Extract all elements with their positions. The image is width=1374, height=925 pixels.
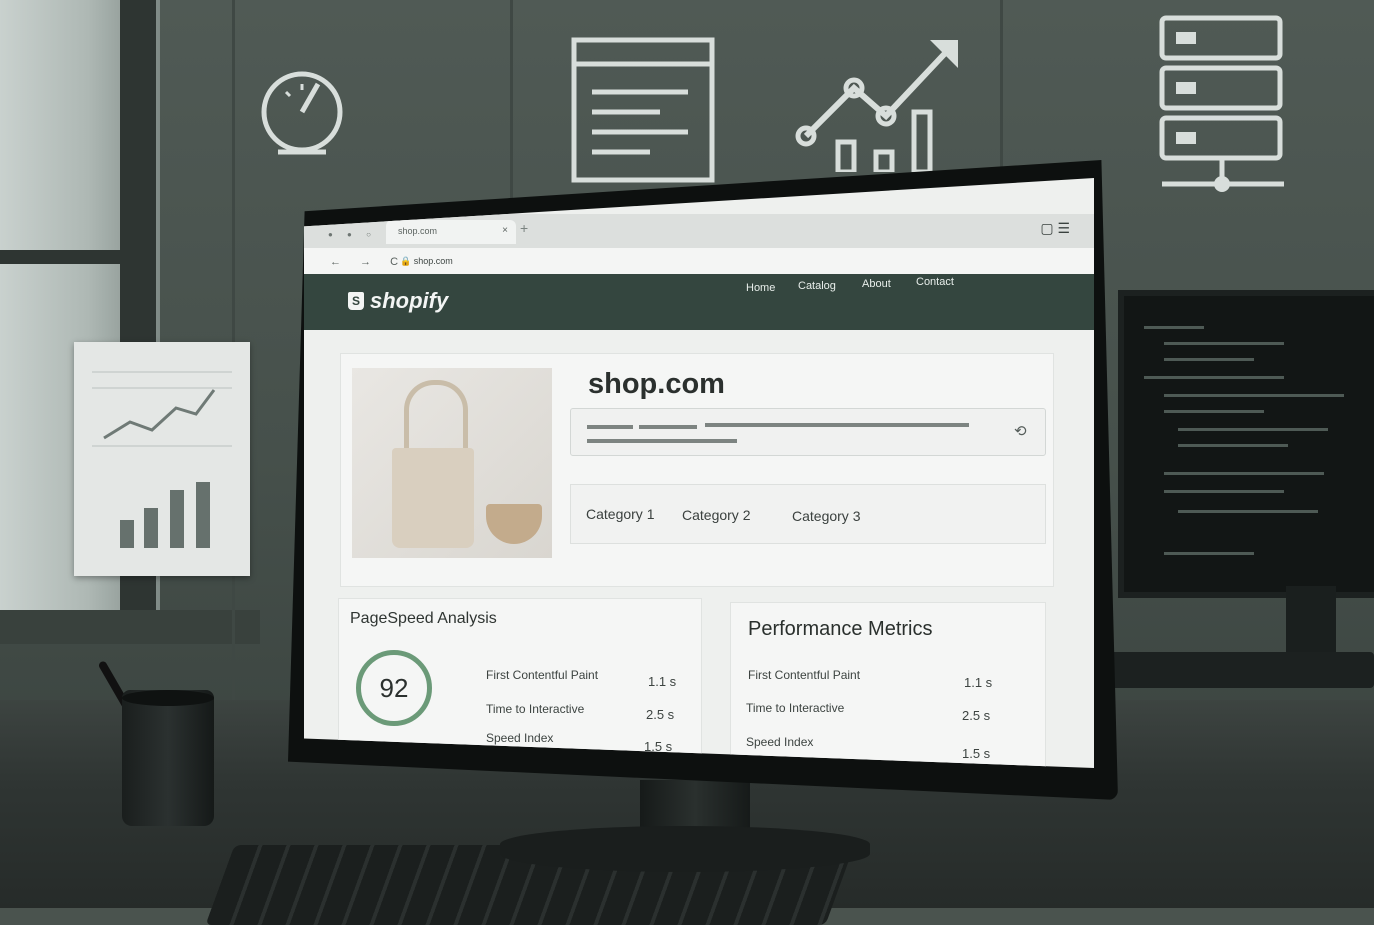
metric-value: 1.5 s bbox=[962, 746, 991, 761]
code-line bbox=[1164, 490, 1284, 493]
close-icon[interactable]: × bbox=[502, 225, 508, 236]
tote-bag bbox=[392, 448, 474, 548]
score-gauge: 92 bbox=[356, 650, 432, 726]
metric-label: Time to Interactive bbox=[486, 702, 585, 716]
metric-label: Speed Index bbox=[486, 731, 554, 745]
nav-about[interactable]: About bbox=[862, 278, 891, 290]
window-frame bbox=[0, 250, 156, 264]
new-tab-button[interactable]: + bbox=[520, 220, 528, 236]
placeholder-line bbox=[705, 423, 969, 427]
code-line bbox=[1178, 428, 1328, 431]
code-line bbox=[1178, 510, 1318, 513]
performance-heading: Performance Metrics bbox=[748, 618, 933, 640]
nav-home[interactable]: Home bbox=[746, 282, 775, 294]
category-2-link[interactable]: Category 2 bbox=[682, 507, 750, 523]
nav-contact[interactable]: Contact bbox=[916, 276, 954, 288]
metric-label: Speed Index bbox=[746, 735, 814, 749]
wall-poster bbox=[74, 342, 250, 576]
code-line bbox=[1164, 410, 1264, 413]
ceramic-bowl bbox=[486, 504, 542, 544]
secondary-keyboard bbox=[1110, 652, 1374, 688]
pen-cup bbox=[122, 690, 214, 826]
menu-icon[interactable]: ▢ ☰ bbox=[1040, 220, 1070, 237]
search-input[interactable] bbox=[570, 408, 1046, 456]
category-1-link[interactable]: Category 1 bbox=[586, 506, 654, 522]
browser-window-controls[interactable]: ● ● ○ bbox=[328, 230, 377, 239]
nav-catalog[interactable]: Catalog bbox=[798, 280, 836, 292]
logo-text: shopify bbox=[370, 288, 449, 313]
pagespeed-heading: PageSpeed Analysis bbox=[350, 610, 497, 627]
code-line bbox=[1164, 358, 1254, 361]
secondary-monitor bbox=[1118, 290, 1374, 598]
browser-window-icon bbox=[571, 37, 715, 183]
metric-value: 1.1 s bbox=[964, 675, 993, 690]
refresh-icon[interactable]: ⟲ bbox=[1014, 422, 1027, 440]
browser-tab[interactable]: shop.com × bbox=[386, 220, 516, 244]
product-photo[interactable] bbox=[352, 368, 552, 558]
placeholder-line bbox=[587, 439, 737, 443]
monitor-screen: ● ● ○ shop.com × + ▢ ☰ ← → C 🔒 shop.com … bbox=[304, 178, 1094, 768]
category-3-link[interactable]: Category 3 bbox=[792, 508, 860, 524]
server-rack-icon bbox=[1159, 15, 1284, 192]
window-sill bbox=[0, 610, 260, 644]
growth-chart-icon bbox=[795, 40, 958, 172]
metric-label: First Contentful Paint bbox=[486, 668, 599, 682]
code-line bbox=[1164, 394, 1344, 397]
metric-label: First Contentful Paint bbox=[748, 668, 861, 682]
speedometer-icon bbox=[261, 71, 343, 155]
metric-label: Time to Interactive bbox=[746, 701, 845, 715]
monitor-stand-base bbox=[500, 826, 870, 872]
code-line bbox=[1144, 326, 1204, 329]
code-line bbox=[1164, 472, 1324, 475]
placeholder-line bbox=[639, 425, 697, 429]
metric-value: 1.1 s bbox=[648, 674, 677, 689]
lock-icon: 🔒 bbox=[400, 256, 414, 266]
placeholder-line bbox=[587, 425, 633, 429]
code-line bbox=[1164, 552, 1254, 555]
metric-value: 2.5 s bbox=[962, 708, 991, 723]
url-text: shop.com bbox=[413, 256, 453, 266]
code-line bbox=[1144, 376, 1284, 379]
code-line bbox=[1164, 342, 1284, 345]
tab-title: shop.com bbox=[398, 226, 438, 236]
code-line bbox=[1178, 444, 1288, 447]
metric-value: 2.5 s bbox=[646, 707, 675, 722]
page-title: shop.com bbox=[588, 368, 725, 400]
shopping-bag-icon bbox=[348, 292, 364, 310]
url-field[interactable]: 🔒 shop.com bbox=[400, 256, 453, 267]
poster-chart-graphic bbox=[92, 371, 232, 548]
shopify-logo[interactable]: shopify bbox=[348, 288, 448, 314]
browser-nav-buttons[interactable]: ← → C bbox=[330, 256, 406, 268]
